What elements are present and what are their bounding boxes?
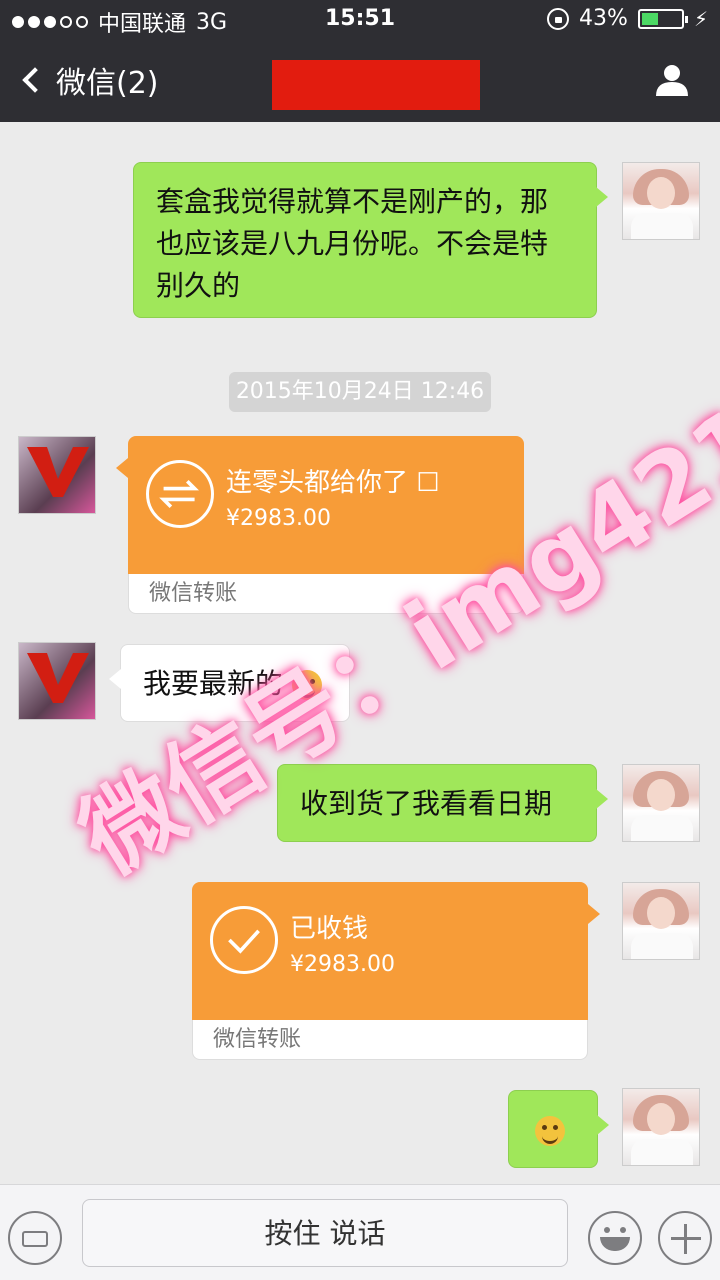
message-bubble-received[interactable]: 我要最新的 <box>109 644 350 722</box>
red-v-mark-icon <box>27 447 89 497</box>
rotation-lock-icon <box>547 7 570 30</box>
my-avatar[interactable] <box>622 162 700 240</box>
message-text: 收到货了我看看日期 <box>300 787 553 820</box>
charging-bolt-icon: ⚡ <box>693 6 708 31</box>
grinning-emoji-icon <box>291 670 322 700</box>
my-avatar[interactable] <box>622 1088 700 1166</box>
message-bubble-sent[interactable]: 收到货了我看看日期 <box>277 764 608 842</box>
contact-avatar[interactable] <box>18 642 96 720</box>
red-v-mark-icon <box>27 653 89 703</box>
transfer-card-received[interactable]: 连零头都给你了 ☐ ¥2983.00 微信转账 <box>116 436 524 614</box>
transfer-amount: ¥2983.00 <box>290 952 395 977</box>
message-timestamp: 2015年10月24日 12:46 <box>229 372 491 412</box>
nav-bar: 微信(2) <box>0 40 720 122</box>
person-icon[interactable] <box>654 62 690 98</box>
transfer-title: 已收钱 <box>290 914 369 944</box>
transfer-card-accepted[interactable]: 已收钱 ¥2983.00 微信转账 <box>192 882 600 1060</box>
battery-icon <box>637 8 688 29</box>
message-text: 套盒我觉得就算不是刚产的，那也应该是八九月份呢。不会是特别久的 <box>156 185 549 302</box>
transfer-footer: 微信转账 <box>192 1020 588 1060</box>
message-bubble-sent[interactable]: 套盒我觉得就算不是刚产的，那也应该是八九月份呢。不会是特别久的 <box>133 162 608 318</box>
message-bubble-sent[interactable] <box>508 1090 609 1168</box>
input-bar: 按住 说话 <box>0 1184 720 1280</box>
contact-avatar[interactable] <box>18 436 96 514</box>
my-avatar[interactable] <box>622 764 700 842</box>
chat-title-redacted <box>272 60 480 110</box>
back-button[interactable]: 微信(2) <box>20 58 159 102</box>
status-bar: 中国联通 3G 15:51 43% ⚡ <box>0 0 720 40</box>
plus-icon[interactable] <box>658 1211 712 1265</box>
my-avatar[interactable] <box>622 882 700 960</box>
transfer-title: 连零头都给你了 ☐ <box>226 468 440 498</box>
chevron-left-icon <box>22 67 48 93</box>
status-right: 43% ⚡ <box>547 6 708 31</box>
transfer-arrows-icon <box>146 460 214 528</box>
back-label: 微信(2) <box>56 66 159 101</box>
transfer-amount: ¥2983.00 <box>226 506 331 531</box>
message-text: 我要最新的 <box>143 667 284 700</box>
emoji-picker-icon[interactable] <box>588 1211 642 1265</box>
checkmark-icon <box>210 906 278 974</box>
thinking-emoji-icon <box>535 1116 565 1146</box>
chat-history[interactable]: 套盒我觉得就算不是刚产的，那也应该是八九月份呢。不会是特别久的 2015年10月… <box>0 122 720 1184</box>
hold-to-talk-button[interactable]: 按住 说话 <box>82 1199 568 1267</box>
battery-percent: 43% <box>579 6 628 31</box>
keyboard-icon[interactable] <box>8 1211 62 1265</box>
transfer-footer: 微信转账 <box>128 574 524 614</box>
